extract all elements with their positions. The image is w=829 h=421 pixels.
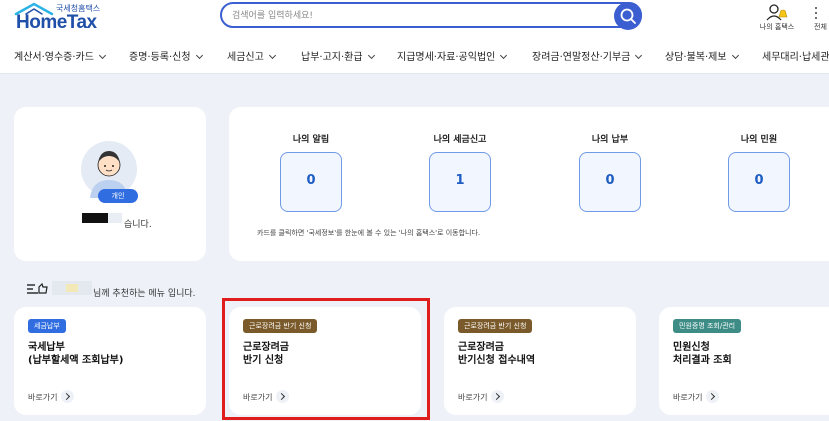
stat-title: 나의 민원	[740, 135, 778, 145]
chevron-down-icon	[195, 51, 203, 60]
menu-tag: 세금납부	[28, 319, 66, 333]
stat-box[interactable]: 0	[579, 152, 641, 212]
shortcut-link[interactable]: 바로가기	[28, 387, 75, 403]
menu-title-line: 처리결과 조회	[673, 355, 732, 366]
chevron-down-icon	[268, 51, 276, 60]
redacted-name-blur	[108, 213, 122, 223]
profile-card: 개인 습니다.	[14, 107, 206, 261]
nav-item-label: 상담·불복·제보	[665, 52, 727, 63]
stat-box[interactable]: 0	[728, 152, 790, 212]
menu-tag: 민원증명 조회/관리	[673, 319, 742, 333]
nav-item-tax-return[interactable]: 세금신고	[227, 48, 276, 63]
redacted-username-blur	[66, 284, 78, 292]
nav-item-agent[interactable]: 세무대리·납세관리	[762, 48, 829, 63]
stat-civil-petitions[interactable]: 나의 민원 0	[728, 132, 790, 212]
user-bell-icon	[766, 4, 788, 21]
nav-item-label: 증명·등록·신청	[129, 52, 191, 63]
all-menu-button[interactable]: 전체	[812, 3, 829, 33]
stat-title: 나의 알림	[292, 135, 330, 145]
stat-value: 0	[605, 173, 615, 188]
nav-item-incentive[interactable]: 장려금·연말정산·기부금	[532, 48, 643, 63]
stat-payments[interactable]: 나의 납부 0	[579, 132, 641, 212]
nav-item-label: 세금신고	[227, 52, 264, 63]
stat-value: 0	[754, 173, 764, 188]
stat-tax-returns[interactable]: 나의 세금신고 1	[429, 132, 491, 212]
chevron-down-icon	[500, 51, 508, 60]
nav-item-label: 계산서·영수증·카드	[14, 52, 94, 63]
highlight-box	[222, 298, 430, 420]
chevron-right-icon	[61, 390, 75, 403]
shortcut-link[interactable]: 바로가기	[458, 387, 505, 403]
menu-card-incentive-history[interactable]: 근로장려금 반기 신청 근로장려금반기신청 접수내역 바로가기	[444, 307, 636, 415]
header: 국세청홈택스 HomeTax 나의 홈택스 전체	[0, 0, 829, 36]
menu-icon	[815, 7, 817, 19]
search-input[interactable]	[232, 8, 592, 24]
stat-box[interactable]: 1	[429, 152, 491, 212]
stat-value: 1	[455, 173, 465, 188]
redacted-name	[82, 213, 108, 223]
nav-item-label: 납부·고지·환급	[301, 52, 363, 63]
shortcut-label: 바로가기	[673, 393, 703, 402]
main-nav: 계산서·영수증·카드 증명·등록·신청 세금신고 납부·고지·환급 지급명세·자…	[0, 36, 829, 74]
search-bar	[220, 2, 642, 30]
shortcut-label: 바로가기	[28, 393, 58, 402]
stat-value: 0	[306, 173, 316, 188]
recommend-icon	[27, 282, 48, 294]
stat-notifications[interactable]: 나의 알림 0	[280, 132, 342, 212]
nav-item-statement[interactable]: 지급명세·자료·공익법인	[397, 48, 508, 63]
hometax-logo[interactable]: 국세청홈택스 HomeTax	[12, 2, 122, 34]
menu-title-line: 국세납부	[28, 342, 65, 353]
menu-card-petition-result[interactable]: 민원증명 조회/관리 민원신청처리결과 조회 바로가기	[659, 307, 829, 415]
stat-title: 나의 납부	[591, 135, 629, 145]
greeting-text: 습니다.	[124, 220, 152, 230]
nav-item-certificate[interactable]: 증명·등록·신청	[129, 48, 203, 63]
my-hometax-label: 나의 홈택스	[759, 23, 795, 31]
chevron-down-icon	[635, 51, 643, 60]
menu-title: 민원신청처리결과 조회	[673, 341, 829, 367]
my-hometax-button[interactable]: 나의 홈택스	[755, 3, 799, 33]
nav-item-payment[interactable]: 납부·고지·환급	[301, 48, 375, 63]
menu-tag: 근로장려금 반기 신청	[458, 319, 533, 333]
logo-title: HomeTax	[16, 12, 97, 33]
chevron-right-icon	[491, 390, 505, 403]
menu-title: 국세납부 (납부할세액 조회납부)	[28, 341, 198, 367]
chevron-down-icon	[367, 51, 375, 60]
nav-item-label: 세무대리·납세관리	[762, 52, 829, 63]
menu-title-line: 근로장려금	[458, 342, 504, 353]
chevron-down-icon	[731, 51, 739, 60]
summary-card: 나의 알림 0 나의 세금신고 1 나의 납부 0 나의 민원 0 카드를 클릭…	[229, 107, 829, 261]
summary-note: 카드를 클릭하면 '국세정보'를 한눈에 볼 수 있는 '나의 홈택스'로 이동…	[257, 229, 481, 237]
shortcut-link[interactable]: 바로가기	[673, 387, 720, 403]
user-type-badge: 개인	[98, 189, 138, 203]
menu-title-line: 민원신청	[673, 342, 710, 353]
menu-title-line: 반기신청 접수내역	[458, 355, 536, 366]
menu-title-line: (납부할세액 조회납부)	[28, 355, 124, 366]
search-button[interactable]	[614, 2, 642, 30]
stat-title: 나의 세금신고	[433, 135, 487, 145]
nav-item-label: 지급명세·자료·공익법인	[397, 52, 496, 63]
nav-item-invoice[interactable]: 계산서·영수증·카드	[14, 48, 107, 63]
stat-box[interactable]: 0	[280, 152, 342, 212]
menu-card-tax-payment[interactable]: 세금납부 국세납부 (납부할세액 조회납부) 바로가기	[14, 307, 206, 415]
recommend-heading: 님께 추천하는 메뉴 입니다.	[93, 289, 196, 299]
menu-title: 근로장려금반기신청 접수내역	[458, 341, 628, 367]
all-menu-label: 전체	[814, 23, 827, 31]
nav-item-label: 장려금·연말정산·기부금	[532, 52, 631, 63]
chevron-down-icon	[98, 51, 107, 60]
nav-item-consult[interactable]: 상담·불복·제보	[665, 48, 739, 63]
shortcut-label: 바로가기	[458, 393, 488, 402]
chevron-right-icon	[706, 390, 720, 403]
search-icon	[620, 8, 636, 24]
